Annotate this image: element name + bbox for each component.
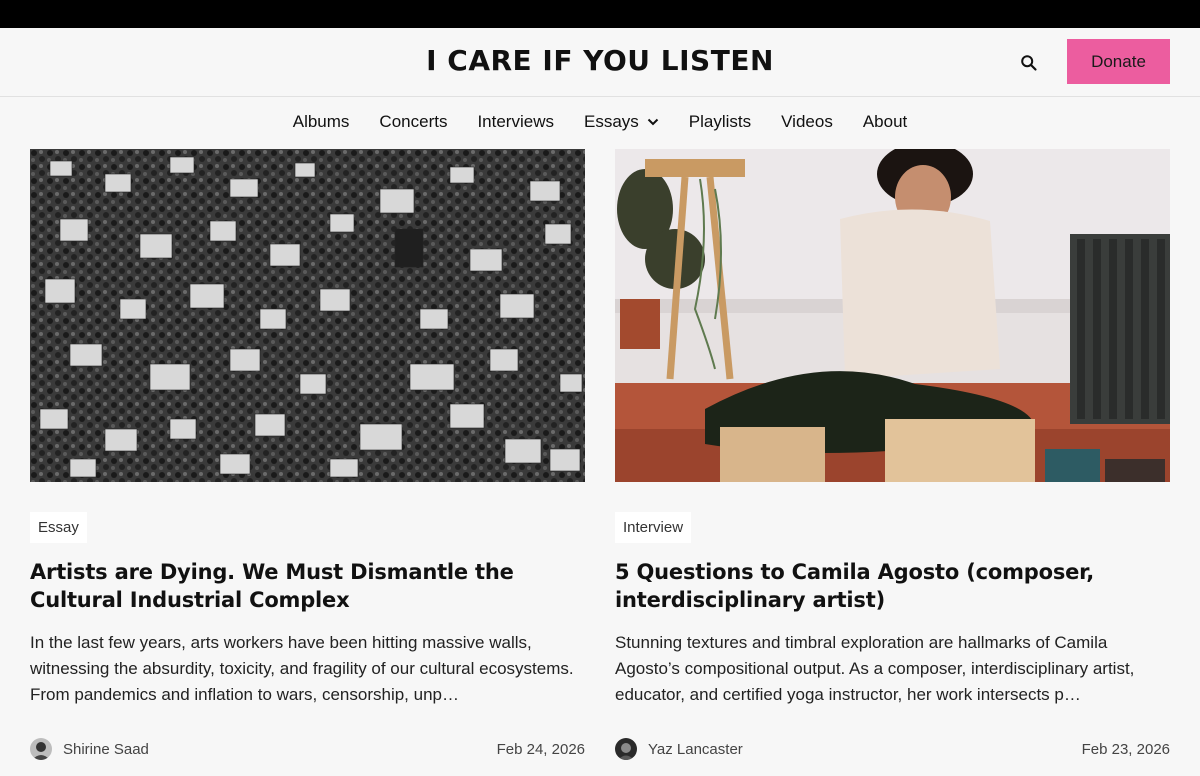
nav-essays[interactable]: Essays bbox=[584, 112, 659, 132]
nav-playlists[interactable]: Playlists bbox=[689, 112, 751, 132]
chevron-down-icon[interactable] bbox=[647, 118, 659, 126]
post-card: Interview 5 Questions to Camila Agosto (… bbox=[615, 149, 1170, 760]
post-title[interactable]: Artists are Dying. We Must Dismantle the… bbox=[30, 558, 585, 614]
post-author[interactable]: Shirine Saad bbox=[30, 738, 149, 760]
post-category-tag[interactable]: Interview bbox=[615, 512, 692, 543]
avatar bbox=[30, 738, 52, 760]
nav-concerts[interactable]: Concerts bbox=[379, 112, 447, 132]
post-excerpt: In the last few years, arts workers have… bbox=[30, 633, 574, 704]
search-icon bbox=[1021, 55, 1037, 71]
post-title[interactable]: 5 Questions to Camila Agosto (composer, … bbox=[615, 558, 1170, 614]
post-category-tag[interactable]: Essay bbox=[30, 512, 87, 543]
nav-label: Essays bbox=[583, 112, 639, 131]
top-black-bar bbox=[0, 0, 1200, 28]
post-author[interactable]: Yaz Lancaster bbox=[615, 738, 743, 760]
nav-videos[interactable]: Videos bbox=[781, 112, 833, 132]
nav-label: Concerts bbox=[379, 112, 448, 131]
nav-label: Albums bbox=[292, 112, 350, 131]
post-image-interview[interactable] bbox=[615, 149, 1170, 482]
nav-about[interactable]: About bbox=[863, 112, 907, 132]
nav-label: Playlists bbox=[688, 112, 752, 131]
main-nav: Albums Concerts Interviews Essays Playli… bbox=[0, 96, 1200, 148]
post-date: Feb 24, 2026 bbox=[496, 741, 585, 758]
nav-label: About bbox=[862, 112, 908, 131]
nav-interviews[interactable]: Interviews bbox=[477, 112, 554, 132]
search-button[interactable] bbox=[1016, 50, 1042, 76]
site-header: I CARE IF YOU LISTEN Donate bbox=[0, 28, 1200, 97]
post-excerpt: Stunning textures and timbral exploratio… bbox=[615, 633, 1135, 704]
author-name: Shirine Saad bbox=[63, 740, 149, 758]
post-image-protest[interactable] bbox=[30, 149, 585, 482]
nav-albums[interactable]: Albums bbox=[293, 112, 350, 132]
post-card: Essay Artists are Dying. We Must Dismant… bbox=[30, 149, 585, 760]
post-date: Feb 23, 2026 bbox=[1081, 741, 1170, 758]
author-name: Yaz Lancaster bbox=[648, 740, 743, 758]
avatar bbox=[615, 738, 637, 760]
nav-label: Videos bbox=[781, 112, 833, 131]
donate-button[interactable]: Donate bbox=[1067, 39, 1170, 84]
nav-label: Interviews bbox=[477, 112, 554, 131]
